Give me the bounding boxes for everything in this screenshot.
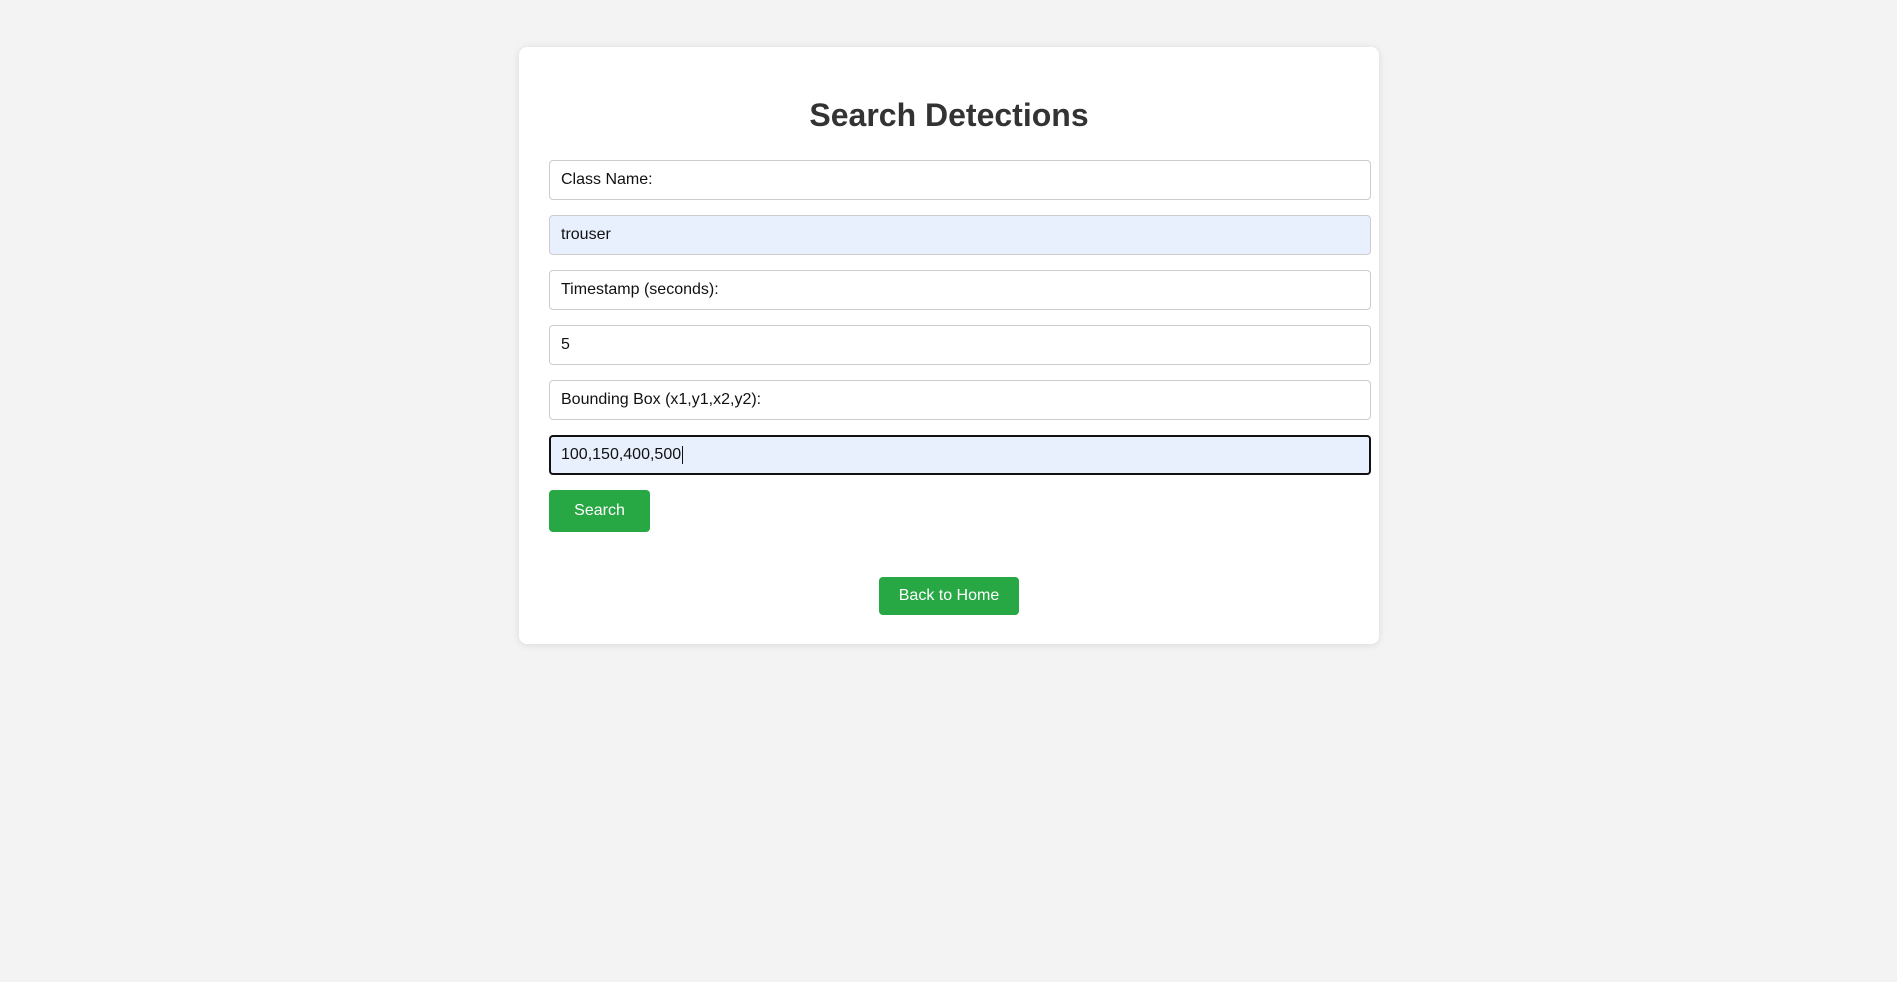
class-name-label-field[interactable]: Class Name: bbox=[549, 160, 1371, 200]
timestamp-label: Timestamp (seconds): bbox=[561, 281, 719, 298]
timestamp-label-field[interactable]: Timestamp (seconds): bbox=[549, 270, 1371, 310]
search-card: Search Detections Class Name: trouser Ti… bbox=[519, 47, 1379, 644]
class-name-label: Class Name: bbox=[561, 171, 653, 188]
back-to-home-button[interactable]: Back to Home bbox=[879, 577, 1019, 615]
bounding-box-input[interactable]: 100,150,400,500 bbox=[549, 435, 1371, 475]
timestamp-input[interactable]: 5 bbox=[549, 325, 1371, 365]
bounding-box-label-field[interactable]: Bounding Box (x1,y1,x2,y2): bbox=[549, 380, 1371, 420]
page-title: Search Detections bbox=[809, 97, 1089, 133]
timestamp-value: 5 bbox=[561, 336, 570, 353]
bounding-box-label: Bounding Box (x1,y1,x2,y2): bbox=[561, 391, 762, 408]
search-button[interactable]: Search bbox=[549, 490, 650, 532]
class-name-input[interactable]: trouser bbox=[549, 215, 1371, 255]
text-caret bbox=[682, 446, 684, 464]
class-name-value: trouser bbox=[561, 226, 611, 243]
bounding-box-value: 100,150,400,500 bbox=[561, 446, 682, 463]
